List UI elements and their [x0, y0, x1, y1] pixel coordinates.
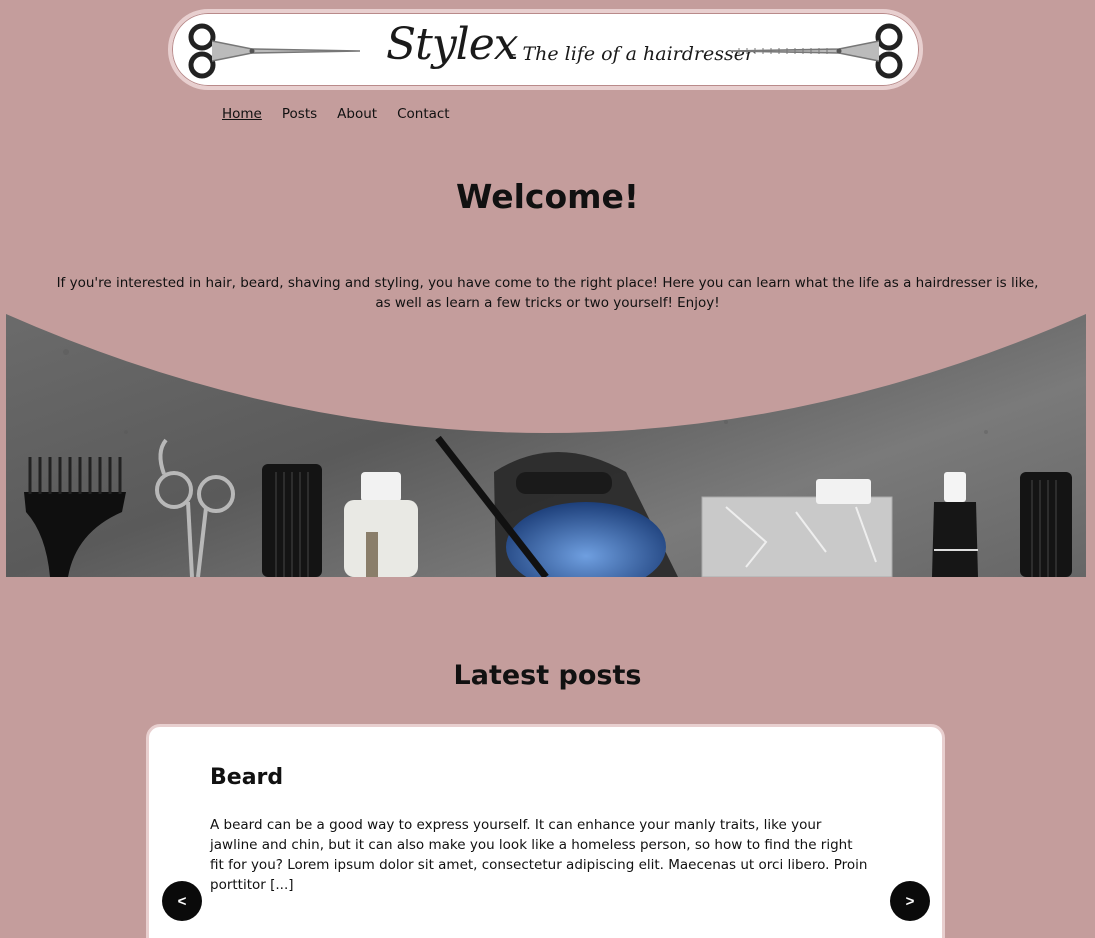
- intro-text: If you're interested in hair, beard, sha…: [56, 275, 1039, 311]
- nav-posts[interactable]: Posts: [282, 106, 317, 122]
- hair-scissors-icon: [155, 438, 235, 577]
- scissors-icon: [188, 23, 361, 79]
- post-title[interactable]: Beard: [210, 765, 283, 790]
- nav-about[interactable]: About: [337, 106, 377, 122]
- page-title: Welcome!: [456, 177, 639, 216]
- nav-home[interactable]: Home: [222, 106, 262, 122]
- main-nav: Home Posts About Contact: [222, 106, 450, 122]
- previous-post-button[interactable]: <: [162, 881, 202, 921]
- site-banner[interactable]: Stylex - The life of a hairdresser: [168, 9, 923, 90]
- hero-image: [6, 312, 1086, 577]
- brand-logo: Stylex: [386, 19, 519, 70]
- next-post-button[interactable]: >: [890, 881, 930, 921]
- bottle-icon: [344, 472, 418, 577]
- latest-posts-heading: Latest posts: [453, 660, 642, 691]
- comb-icon: [262, 464, 322, 577]
- nav-contact[interactable]: Contact: [397, 106, 450, 122]
- site-tagline: - The life of a hairdresser: [510, 43, 755, 65]
- tint-brush-icon: [24, 457, 126, 577]
- post-excerpt: A beard can be a good way to express you…: [210, 817, 868, 893]
- wide-comb-icon: [1020, 472, 1072, 577]
- thinning-scissors-icon: [730, 23, 903, 79]
- tube-icon: [932, 472, 978, 577]
- post-card[interactable]: Beard A beard can be a good way to expre…: [146, 724, 945, 938]
- color-bowl-icon: [435, 435, 678, 577]
- foil-icon: [701, 479, 893, 577]
